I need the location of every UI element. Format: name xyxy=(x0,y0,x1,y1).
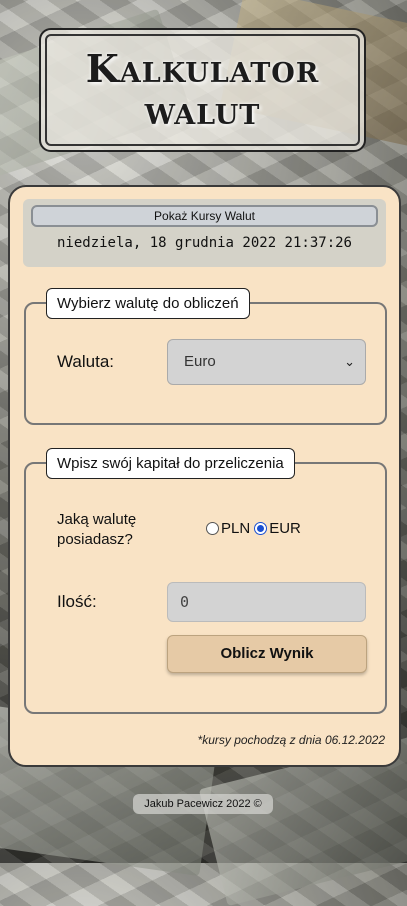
page-title: Kalkulator walut xyxy=(45,34,360,146)
rates-panel: Pokaż Kursy Walut niedziela, 18 grudnia … xyxy=(23,199,386,267)
currency-select-value: Euro xyxy=(184,353,216,370)
show-rates-button[interactable]: Pokaż Kursy Walut xyxy=(31,205,378,227)
footer-credit: Jakub Pacewicz 2022 © xyxy=(133,794,273,814)
calculator-card: Pokaż Kursy Walut niedziela, 18 grudnia … xyxy=(8,185,401,767)
currency-section-legend: Wybierz walutę do obliczeń xyxy=(46,288,250,319)
rates-date-footnote: *kursy pochodzą z dnia 06.12.2022 xyxy=(197,733,385,747)
chevron-down-icon: ⌄ xyxy=(344,354,355,369)
radio-eur[interactable] xyxy=(254,522,268,535)
amount-label: Ilość: xyxy=(57,592,97,611)
capital-section-legend: Wpisz swój kapitał do przeliczenia xyxy=(46,448,295,479)
current-datetime: niedziela, 18 grudnia 2022 21:37:26 xyxy=(56,235,352,251)
capital-section: Wpisz swój kapitał do przeliczenia Jaką … xyxy=(24,448,387,714)
calculate-button[interactable]: Oblicz Wynik xyxy=(167,635,367,673)
radio-pln[interactable] xyxy=(206,522,219,535)
currency-label: Waluta: xyxy=(57,352,115,371)
currency-section: Wybierz walutę do obliczeń Waluta: Euro … xyxy=(24,288,387,425)
page-title-line-2: walut xyxy=(144,88,261,133)
owned-currency-radio-group: PLN EUR xyxy=(206,520,301,537)
owned-currency-question: Jaką walutę posiadasz? xyxy=(57,511,137,548)
radio-pln-label: PLN xyxy=(221,520,251,537)
page-title-line-1: Kalkulator xyxy=(85,46,320,91)
currency-select[interactable]: Euro ⌄ xyxy=(167,339,366,385)
page-title-box: Kalkulator walut xyxy=(39,28,366,152)
amount-input[interactable]: 0 xyxy=(167,582,366,622)
radio-eur-label: EUR xyxy=(269,520,301,537)
